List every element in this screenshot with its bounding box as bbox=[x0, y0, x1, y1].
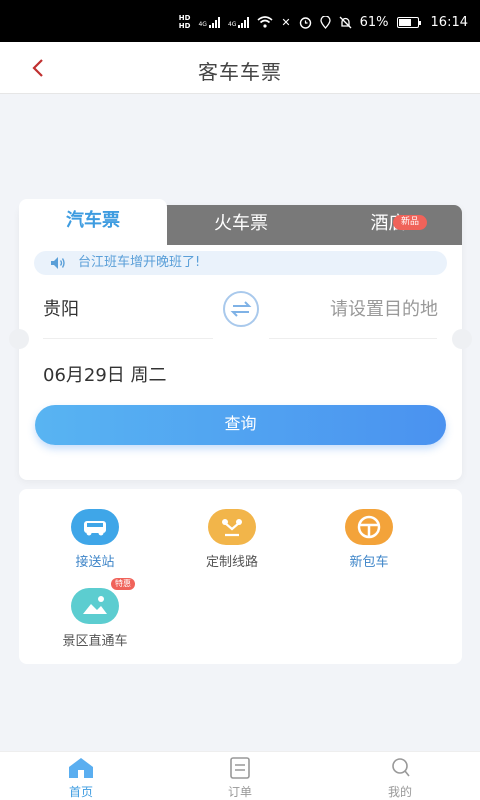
service-custom-route[interactable]: 定制线路 bbox=[172, 509, 292, 570]
battery-icon bbox=[396, 16, 421, 28]
destination-field[interactable]: 请设置目的地 bbox=[330, 295, 438, 321]
ticket-tabs: 火车票 酒店 新品 汽车票 bbox=[19, 199, 462, 245]
tab-train-ticket[interactable]: 火车票 bbox=[167, 205, 315, 245]
ticket-search-card: 火车票 酒店 新品 汽车票 台江班车增开晚班了! 贵阳 请设置目的地 06月29… bbox=[9, 199, 472, 480]
mute-bell-icon bbox=[339, 16, 352, 28]
notice-text: 台江班车增开晚班了! bbox=[78, 255, 201, 270]
nav-label: 我的 bbox=[387, 785, 412, 799]
swap-cities-button[interactable] bbox=[223, 291, 259, 327]
divider bbox=[43, 338, 213, 339]
orders-icon bbox=[230, 757, 250, 779]
nfc-icon: ✕ bbox=[281, 15, 291, 29]
discount-badge: 特惠 bbox=[111, 578, 135, 590]
new-badge: 新品 bbox=[393, 215, 428, 230]
nav-label: 订单 bbox=[227, 785, 252, 799]
nav-profile[interactable]: 我的 bbox=[360, 756, 440, 800]
location-icon bbox=[319, 15, 331, 29]
service-label: 接送站 bbox=[75, 555, 115, 570]
steering-wheel-icon bbox=[345, 509, 393, 545]
page-title: 客车车票 bbox=[198, 60, 282, 84]
speaker-icon bbox=[51, 257, 65, 269]
service-station-transfer[interactable]: 接送站 bbox=[35, 509, 155, 570]
hd-indicator: HD HD bbox=[178, 14, 191, 30]
profile-icon bbox=[392, 758, 410, 777]
service-charter[interactable]: 新包车 bbox=[309, 509, 429, 570]
alarm-icon bbox=[299, 16, 311, 29]
service-scenic-express[interactable]: 特惠 景区直通车 bbox=[35, 578, 155, 649]
car-icon bbox=[71, 509, 119, 545]
tab-hotel[interactable]: 酒店 bbox=[315, 205, 462, 245]
service-label: 定制线路 bbox=[205, 555, 258, 570]
service-label: 新包车 bbox=[349, 555, 389, 570]
divider bbox=[269, 338, 437, 339]
swap-icon bbox=[230, 301, 252, 317]
home-icon bbox=[69, 758, 93, 778]
services-panel: 接送站 定制线路 新包车 特惠 景区直通车 bbox=[19, 489, 462, 664]
clock: 16:14 bbox=[430, 14, 468, 30]
nav-home[interactable]: 首页 bbox=[41, 756, 121, 800]
notice-banner[interactable]: 台江班车增开晚班了! bbox=[34, 251, 447, 275]
wifi-icon bbox=[257, 16, 273, 28]
landscape-icon bbox=[71, 588, 119, 624]
nav-orders[interactable]: 订单 bbox=[200, 756, 280, 800]
departure-city[interactable]: 贵阳 bbox=[43, 295, 79, 321]
departure-date[interactable]: 06月29日 周二 bbox=[43, 361, 167, 387]
battery-percent: 61% bbox=[359, 14, 389, 30]
query-button[interactable]: 查询 bbox=[35, 405, 446, 445]
signal-icon-2: 4G bbox=[228, 16, 250, 28]
service-label: 景区直通车 bbox=[62, 634, 128, 649]
nav-label: 首页 bbox=[68, 785, 93, 799]
route-icon bbox=[208, 509, 256, 545]
ticket-notch-left bbox=[9, 329, 29, 349]
ticket-notch-right bbox=[452, 329, 472, 349]
tab-bus-ticket[interactable]: 汽车票 bbox=[19, 199, 167, 245]
app-header: 客车车票 bbox=[0, 42, 480, 94]
bottom-navigation: 首页 订单 我的 bbox=[0, 751, 480, 800]
status-bar: HD HD 4G 4G ✕ 61% 16:14 bbox=[0, 0, 480, 42]
signal-icon: 4G bbox=[198, 16, 220, 28]
